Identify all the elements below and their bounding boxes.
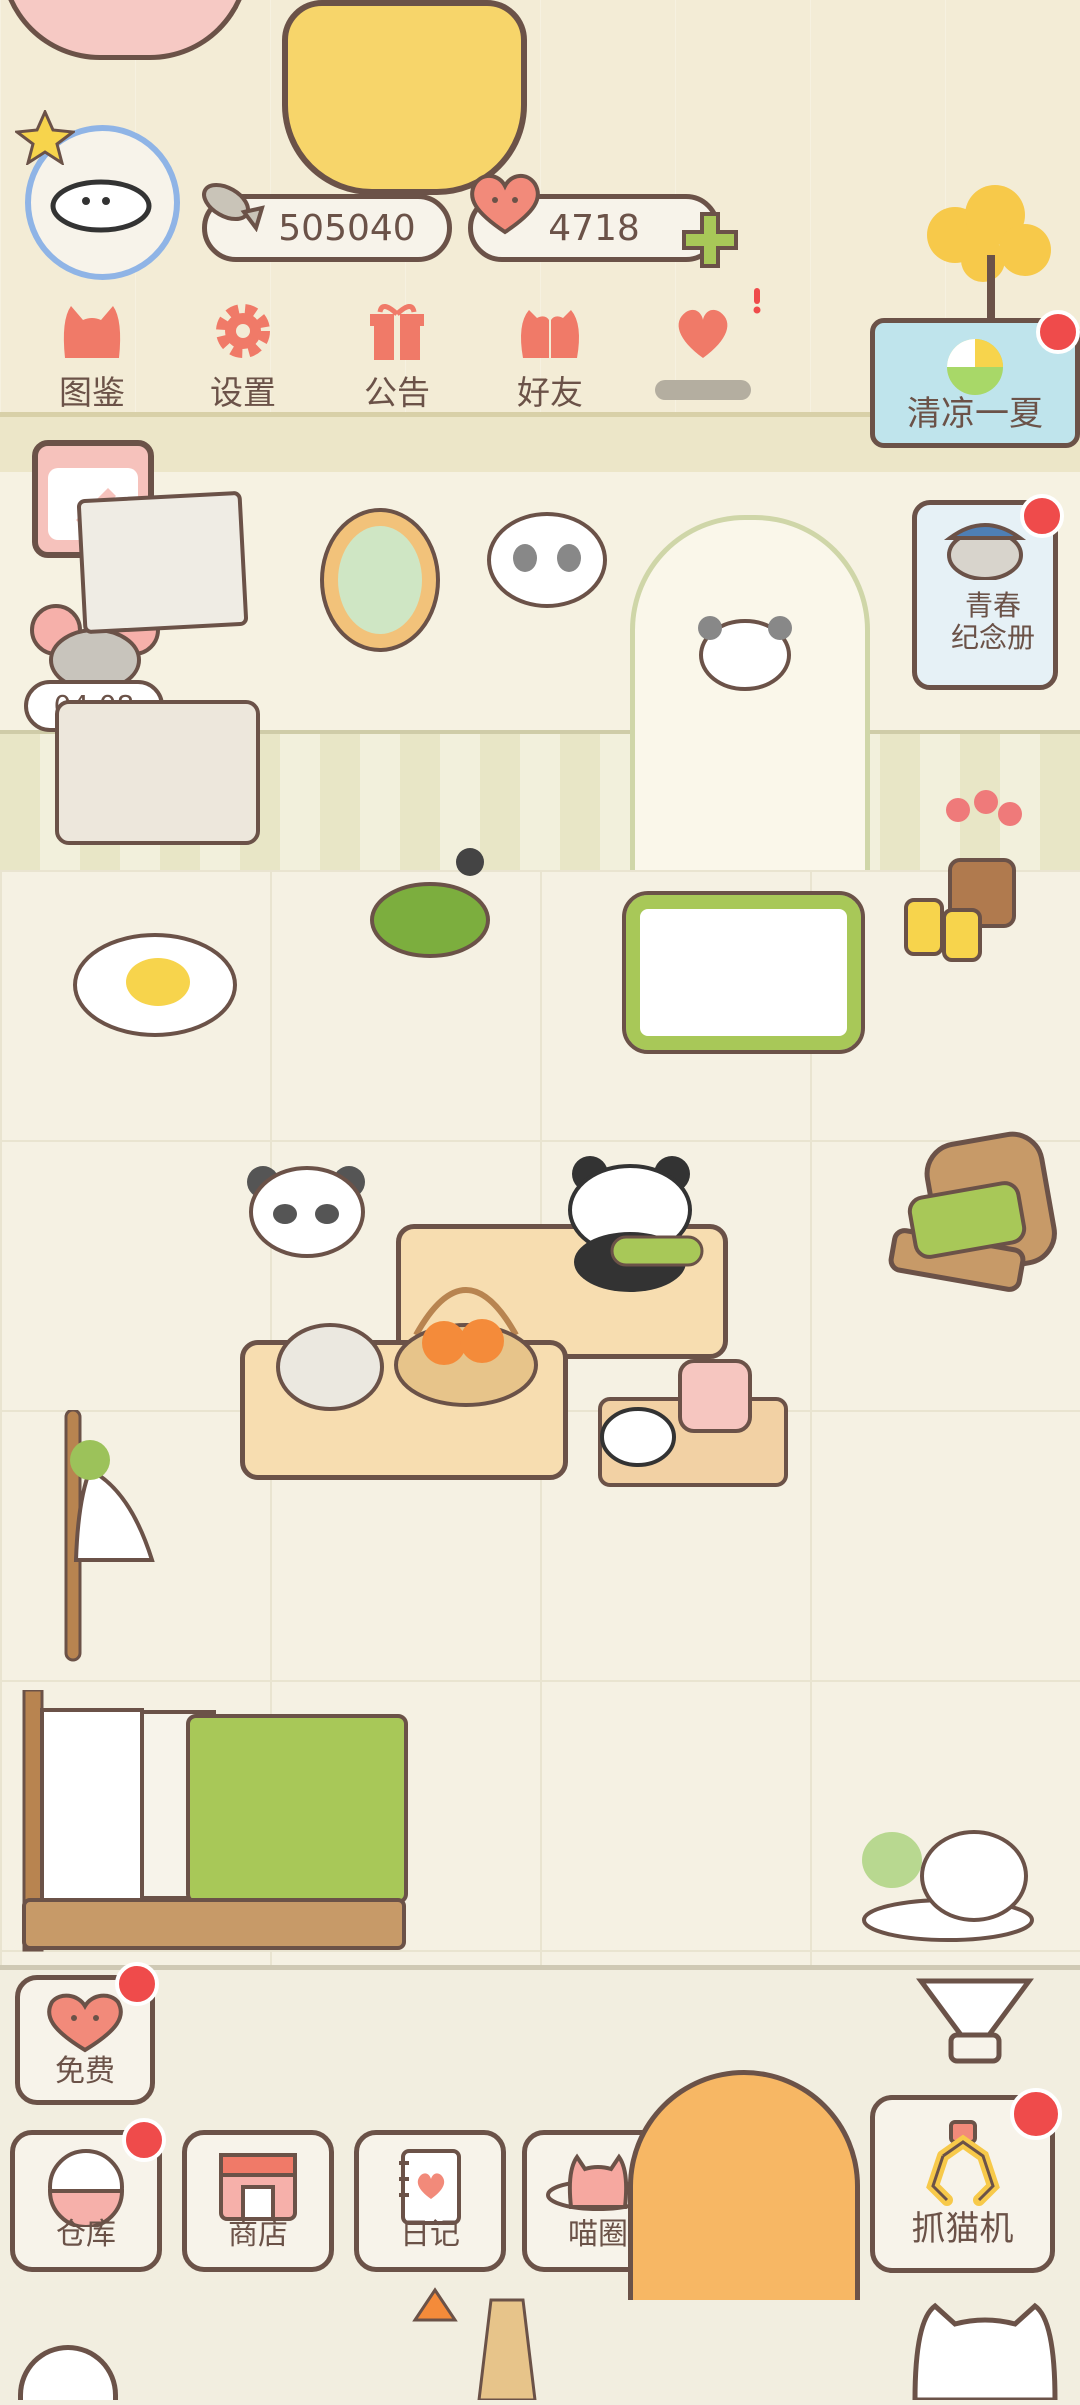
heart-icon <box>465 170 545 236</box>
yellow-beanbag-decoration <box>282 0 527 195</box>
nav-diary-label: 日记 <box>400 2217 460 2252</box>
nav-storage-label: 仓库 <box>56 2217 116 2252</box>
hanging-panda-decoration <box>690 610 800 720</box>
cat-cap-icon <box>940 510 1030 580</box>
flower-shelf-decoration <box>55 700 260 845</box>
floor-lamp-decoration <box>30 1410 170 1665</box>
free-heart-label: 免费 <box>55 2054 115 2089</box>
star-decoration-icon <box>15 110 75 165</box>
tea-tray-decoration <box>598 1355 788 1490</box>
heart-wing-icon <box>678 309 728 358</box>
menu-settings[interactable]: 设置 <box>183 300 303 420</box>
nav-diary[interactable]: 日记 <box>354 2130 506 2272</box>
pumpkin-door-decoration <box>628 2070 860 2300</box>
panda-poster-decoration <box>76 490 249 635</box>
flower-tree-decoration <box>905 175 1065 325</box>
free-heart-notification-dot <box>115 1962 159 2006</box>
egg-rug-decoration <box>70 930 240 1040</box>
friends-icon <box>521 310 579 358</box>
menu-catalog[interactable]: 图鉴 <box>32 300 152 420</box>
menu-friends-label: 好友 <box>517 373 583 412</box>
menu-settings-label: 设置 <box>210 373 276 412</box>
heart-count: 4718 <box>548 207 640 249</box>
add-hearts-button[interactable] <box>680 210 740 270</box>
rocking-chair-decoration <box>862 1130 1062 1340</box>
cat-cushion-decoration <box>368 842 492 962</box>
claw-machine-top-decoration <box>915 1975 1035 2065</box>
youth-album-notification-dot <box>1020 494 1064 538</box>
claw-machine-notification-dot <box>1010 2088 1062 2140</box>
menu-announcement-label: 公告 <box>364 373 430 412</box>
youth-album-label-line1: 青春 <box>964 589 1021 622</box>
claw-machine-label: 抓猫机 <box>911 2209 1014 2249</box>
menu-friends[interactable]: 好友 <box>490 300 610 420</box>
summer-event-notification-dot <box>1036 310 1080 354</box>
panda-character <box>245 1160 370 1300</box>
nav-shop[interactable]: 商店 <box>182 2130 334 2272</box>
summer-event-label: 清凉一夏 <box>907 394 1043 434</box>
exclamation-icon <box>750 288 764 314</box>
menu-announcement[interactable]: 公告 <box>337 300 457 420</box>
fish-count: 505040 <box>278 207 416 249</box>
bed-decoration <box>18 1690 413 1955</box>
nav-shop-label: 商店 <box>228 2217 288 2252</box>
plus-icon <box>682 212 738 268</box>
persimmon-basket-decoration <box>386 1265 546 1415</box>
panda-mat-decoration <box>622 891 865 1054</box>
heart-face-icon <box>47 1993 123 2053</box>
menu-catalog-label: 图鉴 <box>59 373 125 412</box>
white-cat-character <box>268 1315 388 1415</box>
cat-head-icon <box>63 306 121 358</box>
storage-notification-dot <box>122 2118 166 2162</box>
progress-bar <box>655 380 751 400</box>
stitched-cat-decoration <box>905 2300 1065 2400</box>
broom-decoration <box>395 2280 565 2400</box>
mirror-decoration <box>300 500 460 670</box>
plant-boots-decoration <box>900 780 1055 965</box>
menu-heart-wing[interactable] <box>643 300 763 420</box>
sleeping-panda-character <box>552 1152 707 1302</box>
gear-icon <box>216 304 270 358</box>
youth-album-label-line2: 纪念册 <box>950 621 1035 654</box>
lucky-cat-decoration <box>858 1820 1038 1945</box>
gift-icon <box>370 304 424 360</box>
fish-icon <box>196 172 268 232</box>
youth-album-label: 青春 纪念册 <box>918 590 1068 654</box>
panda-frame-decoration <box>485 490 610 610</box>
